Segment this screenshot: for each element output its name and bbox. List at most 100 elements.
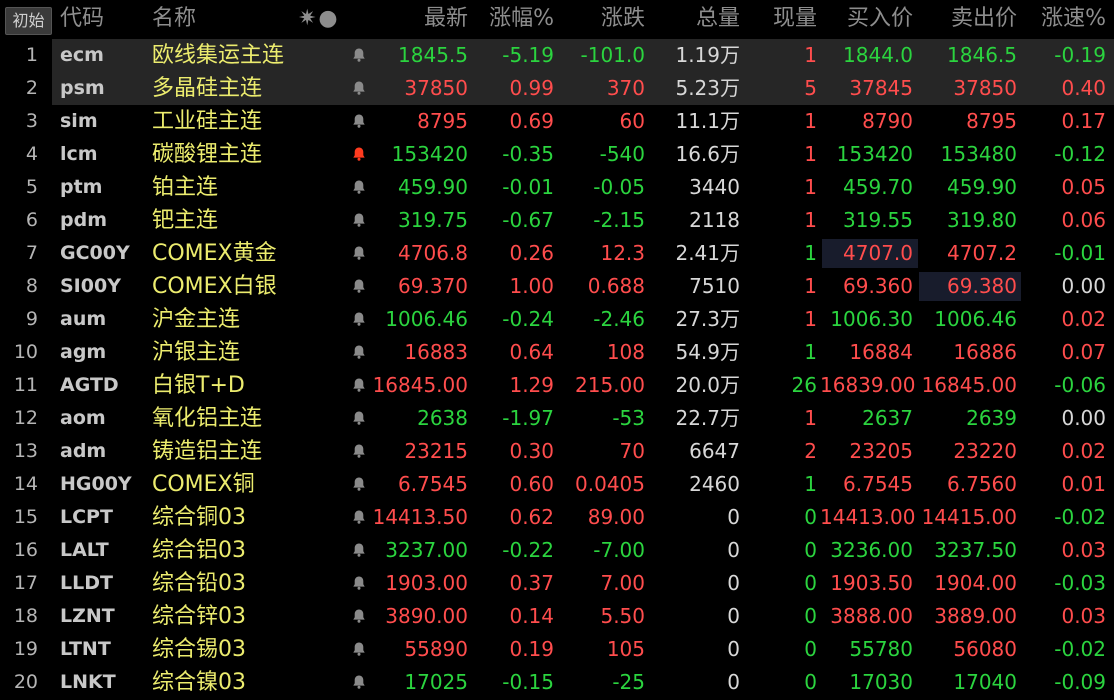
bell-icon[interactable] <box>348 534 370 567</box>
row-vol: 7510 <box>689 274 740 298</box>
row-code: HG00Y <box>60 473 132 495</box>
row-ask: 17040 <box>953 670 1017 694</box>
header-code[interactable]: 代码 <box>60 0 104 38</box>
table-row[interactable]: 11 AGTD 白银T+D 16845.00 1.29 215.00 20.0万 26 1683… <box>0 369 1114 402</box>
init-button[interactable]: 初始 <box>5 7 52 35</box>
row-ask: 1904.00 <box>934 571 1017 595</box>
row-ask: 319.80 <box>947 208 1017 232</box>
row-bid: 153420 <box>836 142 913 166</box>
bell-icon[interactable] <box>348 204 370 237</box>
bell-icon[interactable] <box>348 369 370 402</box>
row-index: 7 <box>25 242 38 264</box>
header-vol[interactable]: 总量 <box>645 0 740 38</box>
table-row[interactable]: 10 agm 沪银主连 16883 0.64 108 54.9万 1 16884 16886 0.0… <box>0 336 1114 369</box>
row-ask: 3889.00 <box>934 604 1017 628</box>
row-code: sim <box>60 110 98 132</box>
row-chg: -540 <box>599 142 645 166</box>
bell-icon[interactable] <box>348 501 370 534</box>
header-chg[interactable]: 涨跌 <box>556 0 645 38</box>
row-last: 3237.00 <box>385 538 468 562</box>
table-row[interactable]: 3 sim 工业硅主连 8795 0.69 60 11.1万 1 8790 8795 0.17 <box>0 105 1114 138</box>
table-row[interactable]: 12 aom 氧化铝主连 2638 -1.97 -53 22.7万 1 2637 2639 0.00 <box>0 402 1114 435</box>
row-last: 459.90 <box>398 175 468 199</box>
table-row[interactable]: 17 LLDT 综合铅03 1903.00 0.37 7.00 0 0 1903.50 1904.… <box>0 567 1114 600</box>
bell-icon[interactable] <box>348 567 370 600</box>
row-code: LCPT <box>60 506 113 528</box>
row-code: aum <box>60 308 107 330</box>
row-chg: 0.688 <box>587 274 645 298</box>
header-spd[interactable]: 涨速% <box>1020 0 1106 38</box>
row-vol: 16.6万 <box>675 142 740 166</box>
table-row[interactable]: 1 ecm 欧线集运主连 1845.5 -5.19 -101.0 1.19万 1 1844.0 1… <box>0 39 1114 72</box>
table-row[interactable]: 16 LALT 综合铝03 3237.00 -0.22 -7.00 0 0 3236.00 323… <box>0 534 1114 567</box>
bell-icon[interactable] <box>348 435 370 468</box>
row-name: COMEX铜 <box>152 472 255 497</box>
bell-icon[interactable] <box>348 303 370 336</box>
bell-icon[interactable] <box>348 171 370 204</box>
header-ask[interactable]: 卖出价 <box>917 0 1017 38</box>
row-code: agm <box>60 341 107 363</box>
row-code: pdm <box>60 209 107 231</box>
table-row[interactable]: 14 HG00Y COMEX铜 6.7545 0.60 0.0405 2460 1 6.7545… <box>0 468 1114 501</box>
table-row[interactable]: 18 LZNT 综合锌03 3890.00 0.14 5.50 0 0 3888.00 3889.… <box>0 600 1114 633</box>
row-vol: 0 <box>727 571 740 595</box>
table-row[interactable]: 15 LCPT 综合铜03 14413.50 0.62 89.00 0 0 14413.00 14… <box>0 501 1114 534</box>
table-row[interactable]: 13 adm 铸造铝主连 23215 0.30 70 6647 2 23205 23220 0.02 <box>0 435 1114 468</box>
row-ask: 6.7560 <box>947 472 1017 496</box>
header-name[interactable]: 名称 <box>152 0 196 38</box>
bell-icon[interactable] <box>348 666 370 699</box>
bell-active-icon[interactable] <box>348 138 370 171</box>
bell-icon[interactable] <box>348 270 370 303</box>
row-chg: 0.0405 <box>575 472 645 496</box>
header-last[interactable]: 最新 <box>372 0 468 38</box>
table-header: 初始 代码 名称 ✷● 最新 涨幅% 涨跌 总量 现量 买入价 卖出价 涨速% <box>0 0 1114 38</box>
row-pct: -0.24 <box>502 307 554 331</box>
row-cur: 0 <box>804 538 817 562</box>
table-row[interactable]: 7 GC00Y COMEX黄金 4706.8 0.26 12.3 2.41万 1 4707.0 4… <box>0 237 1114 270</box>
table-row[interactable]: 20 LNKT 综合镍03 17025 -0.15 -25 0 0 17030 17040 -0.0… <box>0 666 1114 699</box>
bell-icon[interactable] <box>348 402 370 435</box>
bell-icon[interactable] <box>348 237 370 270</box>
row-code: LZNT <box>60 605 115 627</box>
bell-icon[interactable] <box>348 72 370 105</box>
header-pct[interactable]: 涨幅% <box>470 0 554 38</box>
row-last: 3890.00 <box>385 604 468 628</box>
row-vol: 5.23万 <box>675 76 740 100</box>
row-spd: 0.02 <box>1061 439 1106 463</box>
bell-icon[interactable] <box>348 633 370 666</box>
table-row[interactable]: 19 LTNT 综合锡03 55890 0.19 105 0 0 55780 56080 -0.02 <box>0 633 1114 666</box>
row-name: 钯主连 <box>152 208 219 233</box>
row-spd: -0.09 <box>1054 670 1106 694</box>
bell-icon[interactable] <box>348 105 370 138</box>
row-cur: 0 <box>804 604 817 628</box>
row-vol: 0 <box>727 538 740 562</box>
bell-icon[interactable] <box>348 39 370 72</box>
bell-icon[interactable] <box>348 468 370 501</box>
row-code: aom <box>60 407 106 429</box>
table-row[interactable]: 5 ptm 铂主连 459.90 -0.01 -0.05 3440 1 459.70 459.90… <box>0 171 1114 204</box>
bell-icon[interactable] <box>348 336 370 369</box>
row-bid: 37845 <box>849 76 913 100</box>
row-bid: 16839.00 <box>820 373 916 397</box>
row-ask: 3237.50 <box>934 538 1017 562</box>
row-index: 4 <box>25 143 38 165</box>
header-bid[interactable]: 买入价 <box>820 0 913 38</box>
table-row[interactable]: 8 SI00Y COMEX白银 69.370 1.00 0.688 7510 1 69.360 6… <box>0 270 1114 303</box>
table-row[interactable]: 9 aum 沪金主连 1006.46 -0.24 -2.46 27.3万 1 1006.30 10… <box>0 303 1114 336</box>
row-bid: 69.360 <box>843 274 913 298</box>
row-index: 16 <box>13 539 38 561</box>
row-index: 20 <box>13 671 38 693</box>
row-chg: 215.00 <box>575 373 645 397</box>
row-pct: 0.64 <box>509 340 554 364</box>
header-cur[interactable]: 现量 <box>742 0 817 38</box>
table-row[interactable]: 4 lcm 碳酸锂主连 153420 -0.35 -540 16.6万 1 153420 1534… <box>0 138 1114 171</box>
bell-icon[interactable] <box>348 600 370 633</box>
row-last: 319.75 <box>398 208 468 232</box>
row-index: 1 <box>25 44 38 66</box>
table-row[interactable]: 6 pdm 钯主连 319.75 -0.67 -2.15 2118 1 319.55 319.80… <box>0 204 1114 237</box>
row-name: 沪银主连 <box>152 340 241 365</box>
table-row[interactable]: 2 psm 多晶硅主连 37850 0.99 370 5.23万 5 37845 37850 0.4… <box>0 72 1114 105</box>
row-cur: 1 <box>804 274 817 298</box>
row-name: 氧化铝主连 <box>152 406 263 431</box>
header-settings-icon[interactable]: ✷● <box>298 0 340 38</box>
